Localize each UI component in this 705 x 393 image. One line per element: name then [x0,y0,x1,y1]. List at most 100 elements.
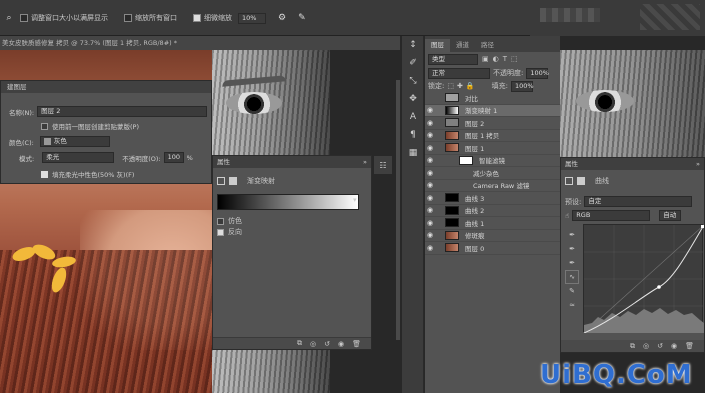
resize-windows-option[interactable]: 调整窗口大小以满屏显示 [20,13,108,23]
curve-graph[interactable] [583,224,705,334]
filter-adjust-icon[interactable]: ◐ [493,55,499,63]
smooth-icon[interactable]: ≈ [565,298,579,312]
properties-gradient-panel: 属性 » 渐变映射 ▾ 仿色 反向 ⧉ ◎ ↺ ◉ 🗑 [212,155,372,350]
use-prev-checkbox[interactable] [41,122,48,130]
gradient-map-label: 渐变映射 [247,177,275,185]
zoom-all-option[interactable]: 缩放所有窗口 [124,13,177,23]
layer-visibility-icon[interactable]: ◉ [425,206,435,214]
layer-visibility-icon[interactable]: ◉ [425,181,435,189]
layer-row[interactable]: ◉ 智能滤镜 [425,155,560,167]
curves-properties-title: 属性 [565,160,578,168]
blend-mode-select[interactable]: 正常 [428,67,490,79]
layer-row[interactable]: ◉ 曲线 3 [425,192,560,205]
fill-neutral-checkbox[interactable] [41,170,48,178]
filter-shape-icon[interactable]: ⬚ [511,55,518,63]
opacity-field[interactable]: 100 [163,152,184,163]
gradient-dropdown-icon[interactable]: ▾ [353,196,357,204]
layer-visibility-icon[interactable]: ◉ [425,231,435,239]
layer-row[interactable]: ◉ 图层 2 [425,117,560,130]
visibility-icon[interactable]: ◉ [671,342,677,350]
layer-visibility-icon[interactable]: ◉ [425,169,435,177]
layer-name: 图层 2 [465,119,485,128]
layer-row[interactable]: ◉ 修斑痕 [425,230,560,242]
text-icon[interactable]: A [402,108,424,126]
gradient-bar[interactable] [217,194,359,210]
tab-channels[interactable]: 通道 [450,39,475,52]
scrubby-zoom-option[interactable]: 细微缩放 [193,13,232,23]
filter-type-icon[interactable]: T [503,55,507,63]
delete-icon[interactable]: 🗑 [685,342,694,350]
layer-row[interactable]: ◉ 图层 0 [425,242,560,255]
zoom-value-field[interactable]: 10% [238,12,266,24]
layer-row[interactable]: ◉ 图层 1 拷贝 [425,130,560,142]
properties-mini-icon[interactable]: ☷ [374,156,392,174]
brush-settings-icon[interactable]: ✐ [402,54,424,72]
tab-layers[interactable]: 图层 [425,39,450,52]
view-previous-icon[interactable]: ◎ [310,340,316,348]
mode-select[interactable]: 柔光 [42,152,115,163]
canvas-scrollbar[interactable] [372,50,402,393]
layer-visibility-icon[interactable]: ◉ [425,244,435,252]
reset-icon[interactable]: ↺ [324,340,330,348]
opacity-unit: % [186,153,193,162]
path-icon[interactable]: ✥ [402,90,424,108]
lock-pixels-icon[interactable]: ⬚ [447,82,454,90]
eyedropper-gray-icon[interactable]: ✒ [565,242,579,256]
layer-thumbnail [445,205,459,215]
target-adjust-icon[interactable]: ☝ [565,212,569,220]
layer-list: 对比 ◉ 渐变映射 1 ◉ 图层 2 ◉ 图层 1 拷贝 ◉ 图层 1 ◉ 智能滤镜 ◉ 减少杂色 ◉ Ca… [425,92,560,255]
lock-position-icon[interactable]: ✚ [457,82,463,90]
layer-row[interactable]: ◉ 曲线 1 [425,217,560,230]
layer-visibility-icon[interactable]: ◉ [425,106,435,114]
layer-row[interactable]: 对比 [425,92,560,105]
layer-visibility-icon[interactable]: ◉ [425,144,435,152]
layer-row[interactable]: ◉ 曲线 2 [425,205,560,217]
paragraph-icon[interactable]: ¶ [402,126,424,144]
brush-pressure-icon[interactable]: ✎ [298,13,306,23]
panel-collapse-icon[interactable]: » [696,158,700,170]
color-select[interactable]: 灰色 [39,136,110,147]
reset-icon[interactable]: ↺ [657,342,663,350]
layer-row[interactable]: ◉ Camera Raw 滤镜 [425,180,560,192]
layer-row[interactable]: ◉ 减少杂色 [425,167,560,180]
layer-name-field[interactable]: 图层 2 [37,106,208,117]
delete-icon[interactable]: 🗑 [352,340,361,348]
layer-visibility-icon[interactable]: ◉ [425,194,435,202]
layer-thumbnail [445,193,459,203]
curve-point-icon[interactable]: ∿ [565,270,579,284]
panel-collapse-icon[interactable]: » [363,156,367,168]
layer-row[interactable]: ◉ 图层 1 [425,142,560,155]
visibility-icon[interactable]: ◉ [338,340,344,348]
reverse-checkbox[interactable] [217,228,224,236]
opacity-field[interactable]: 100% [526,67,549,79]
layer-visibility-icon[interactable]: ◉ [425,119,435,127]
swatches-icon[interactable]: ▦ [402,144,424,162]
filter-kind-select[interactable]: 类型 [428,53,478,65]
eyedropper-black-icon[interactable]: ✒ [565,228,579,242]
clip-to-layer-icon[interactable]: ⧉ [297,339,302,348]
dither-checkbox[interactable] [217,217,224,225]
history-icon[interactable]: ↕ [402,36,424,54]
clip-to-layer-icon[interactable]: ⧉ [630,342,635,351]
dither-label: 仿色 [228,217,242,225]
layer-row[interactable]: ◉ 渐变映射 1 [425,104,560,117]
layer-visibility-icon[interactable]: ◉ [425,219,435,227]
channel-select[interactable]: RGB [572,210,651,221]
dialog-title: 建图层 [1,81,211,93]
layer-visibility-icon[interactable]: ◉ [425,131,435,139]
pencil-icon[interactable]: ✎ [565,284,579,298]
layer-visibility-icon[interactable]: ◉ [425,156,435,164]
document-tab[interactable]: 美女皮肤质感修复 拷贝 @ 73.7% (图层 1 拷贝, RGB/8#) * [0,36,400,50]
fill-field[interactable]: 100% [510,80,534,92]
layer-name: 图层 1 拷贝 [465,132,500,141]
view-previous-icon[interactable]: ◎ [643,342,649,350]
preset-select[interactable]: 自定 [584,196,693,207]
filter-pixel-icon[interactable]: ▣ [482,55,489,63]
tab-paths[interactable]: 路径 [475,39,500,52]
zoom-icon[interactable]: ⌕ [4,13,14,23]
settings-gear-icon[interactable]: ⚙ [278,13,286,23]
auto-button[interactable]: 自动 [659,210,682,221]
lock-all-icon[interactable]: 🔒 [466,82,475,90]
transform-icon[interactable]: ⤡ [402,72,424,90]
eyedropper-white-icon[interactable]: ✒ [565,256,579,270]
